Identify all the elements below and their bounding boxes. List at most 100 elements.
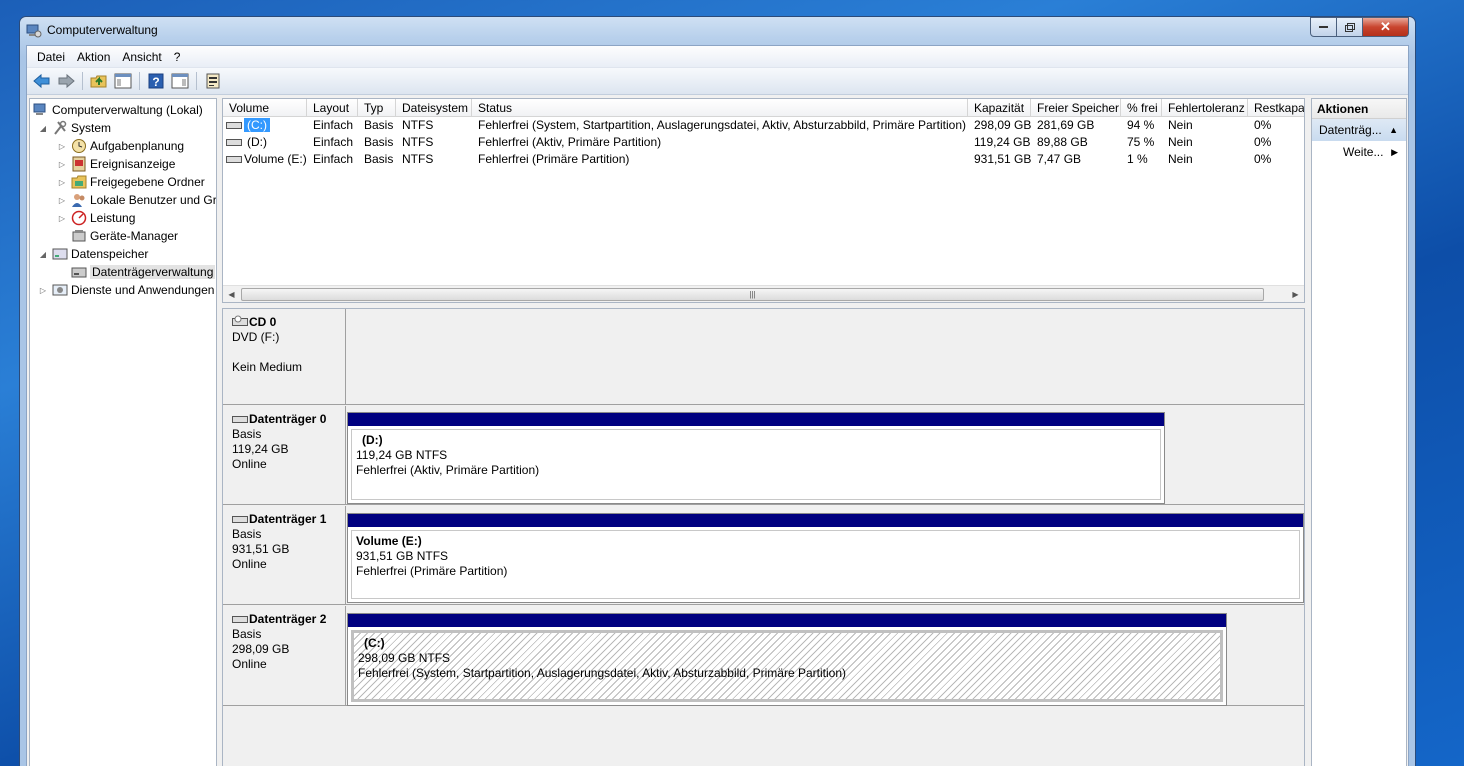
actions-section-datentraeger[interactable]: Datenträg... ▲ [1312,119,1406,141]
capacity-cell: 931,51 GB [974,152,1031,166]
disk-label[interactable]: Datenträger 0 Basis 119,24 GB Online [223,406,346,504]
tree-root[interactable]: Computerverwaltung (Lokal) [33,101,203,119]
properties-button[interactable] [202,70,224,92]
tree-item-datentraegerverwaltung[interactable]: Datenträgerverwaltung [71,263,216,281]
partition-d[interactable]: (D:) 119,24 GB NTFS Fehlerfrei (Aktiv, P… [347,412,1165,504]
disk-label[interactable]: CD 0 DVD (F:) Kein Medium [223,309,346,404]
menu-datei[interactable]: Datei [31,50,71,64]
disk-row-cd0[interactable]: CD 0 DVD (F:) Kein Medium [223,309,1304,405]
maximize-button[interactable] [1337,17,1363,37]
column-header[interactable]: Freier Speicher [1031,99,1121,117]
scroll-right-icon[interactable]: ▶ [1287,286,1304,302]
show-tree-button[interactable] [112,70,134,92]
partition-e[interactable]: Volume (E:) 931,51 GB NTFS Fehlerfrei (P… [347,513,1304,603]
action-more[interactable]: Weite... ▶ [1312,141,1406,163]
menu-aktion[interactable]: Aktion [71,50,116,64]
partition-name: (C:) [364,636,385,650]
expand-icon[interactable]: ▷ [57,160,67,169]
tree-item-freigegebene-ordner[interactable]: ▷ Freigegebene Ordner [57,173,205,191]
back-arrow-icon [33,73,50,89]
collapse-icon[interactable]: ◢ [38,250,48,259]
disk-info: DVD (F:) [232,330,280,344]
scroll-thumb[interactable]: ||| [241,288,1264,301]
horizontal-scrollbar[interactable]: ◀ ||| ▶ [223,285,1304,302]
column-header[interactable]: % frei [1121,99,1162,117]
partition-body[interactable]: (D:) 119,24 GB NTFS Fehlerfrei (Aktiv, P… [351,429,1161,500]
shared-folder-icon [71,174,87,190]
expand-icon[interactable]: ▷ [38,286,48,295]
main-window: Computerverwaltung ✕ Datei Aktion Ansich… [19,16,1416,766]
partition-body-selected[interactable]: (C:) 298,09 GB NTFS Fehlerfrei (System, … [351,630,1223,702]
device-manager-icon [71,228,87,244]
tree-root-label: Computerverwaltung (Lokal) [52,103,203,117]
expand-icon[interactable]: ▷ [57,214,67,223]
menu-help[interactable]: ? [168,50,187,64]
partition-status: Fehlerfrei (System, Startpartition, Ausl… [358,666,846,680]
properties-icon [206,73,220,89]
drive-icon [226,122,242,129]
partition-size: 931,51 GB NTFS [356,549,449,563]
column-header[interactable]: Fehlertoleranz [1162,99,1248,117]
table-row[interactable]: Volume (E:) Einfach Basis NTFS Fehlerfre… [223,151,1304,168]
event-viewer-icon [71,156,87,172]
close-button[interactable]: ✕ [1363,17,1409,37]
layout-cell: Einfach [313,135,354,149]
minimize-button[interactable] [1310,17,1337,37]
submenu-arrow-icon: ▶ [1391,147,1398,157]
volume-label: Volume (E:) [244,152,307,166]
column-header[interactable]: Status [472,99,968,117]
column-header[interactable]: Layout [307,99,358,117]
column-header[interactable]: Typ [358,99,396,117]
back-button[interactable] [31,70,53,92]
minimize-icon [1318,26,1328,28]
disk-status: Online [232,657,267,671]
partition-body[interactable]: Volume (E:) 931,51 GB NTFS Fehlerfrei (P… [351,530,1300,599]
expand-icon[interactable]: ▷ [57,142,67,151]
hard-disk-icon [232,616,248,623]
disk-row-1[interactable]: Datenträger 1 Basis 931,51 GB Online Vol… [223,506,1304,605]
scroll-left-icon[interactable]: ◀ [223,286,240,302]
cdrom-icon [232,315,248,326]
expand-icon[interactable]: ▷ [57,178,67,187]
tree-item-geraete-manager[interactable]: Geräte-Manager [71,227,178,245]
computer-management-icon [33,102,49,118]
collapse-icon[interactable]: ◢ [38,124,48,133]
status-cell: Fehlerfrei (Primäre Partition) [478,152,630,166]
partition-bar [348,413,1164,426]
status-cell: Fehlerfrei (Aktiv, Primäre Partition) [478,135,662,149]
disk-label[interactable]: Datenträger 1 Basis 931,51 GB Online [223,506,346,604]
title-bar[interactable]: Computerverwaltung ✕ [20,17,1415,45]
forward-button[interactable] [55,70,77,92]
partition-c-selected[interactable]: (C:) 298,09 GB NTFS Fehlerfrei (System, … [347,613,1227,706]
table-row[interactable]: (C:) Einfach Basis NTFS Fehlerfrei (Syst… [223,117,1304,134]
disk-label[interactable]: Datenträger 2 Basis 298,09 GB Online [223,606,346,705]
tree-item-lokale-benutzer[interactable]: ▷ Lokale Benutzer und Gruppen [57,191,216,209]
disk-info-spacer [232,345,345,360]
disk-row-2[interactable]: Datenträger 2 Basis 298,09 GB Online (C:… [223,606,1304,706]
help-button[interactable]: ? [145,70,167,92]
menu-ansicht[interactable]: Ansicht [116,50,167,64]
overhead-cell: 0% [1254,118,1272,132]
tree-services[interactable]: ▷ Dienste und Anwendungen [38,281,215,299]
tree-storage[interactable]: ◢ Datenspeicher [38,245,148,263]
column-header[interactable]: Dateisystem [396,99,472,117]
forward-arrow-icon [58,73,75,89]
percent-free-cell: 94 % [1127,118,1155,132]
tree-item-aufgabenplanung[interactable]: ▷ Aufgabenplanung [57,137,184,155]
layout-cell: Einfach [313,118,354,132]
column-header[interactable]: Restkapaz [1248,99,1304,117]
tree-system[interactable]: ◢ System [38,119,111,137]
tree-item-leistung[interactable]: ▷ Leistung [57,209,135,227]
expand-icon[interactable]: ▷ [57,196,67,205]
collapse-up-icon[interactable]: ▲ [1389,119,1398,141]
tree-item-label: Freigegebene Ordner [90,175,205,189]
show-action-pane-button[interactable] [169,70,191,92]
up-folder-button[interactable] [88,70,110,92]
tree-item-ereignisanzeige[interactable]: ▷ Ereignisanzeige [57,155,175,173]
volume-cell: Volume (E:) [223,151,307,168]
column-header[interactable]: Volume [223,99,307,117]
table-row[interactable]: (D:) Einfach Basis NTFS Fehlerfrei (Akti… [223,134,1304,151]
disk-row-0[interactable]: Datenträger 0 Basis 119,24 GB Online (D:… [223,406,1304,505]
tree-item-label: Geräte-Manager [90,229,179,243]
column-header[interactable]: Kapazität [968,99,1031,117]
